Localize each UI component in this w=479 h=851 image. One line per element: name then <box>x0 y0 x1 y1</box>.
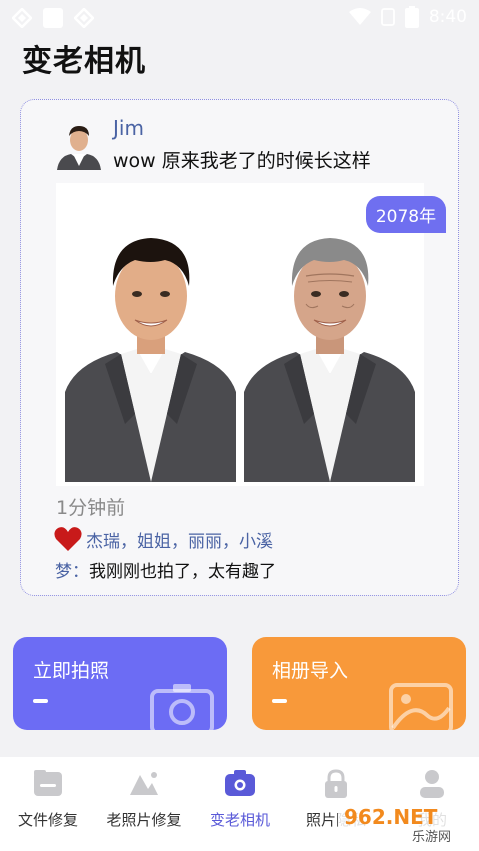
nav-aging-camera[interactable]: 变老相机 <box>192 757 288 840</box>
square-notification-icon <box>43 8 63 28</box>
app-notification-icon <box>12 8 32 28</box>
take-photo-dash <box>33 699 48 703</box>
comment-text: 我刚刚也拍了，太有趣了 <box>89 562 276 582</box>
lock-icon <box>325 769 347 798</box>
post-username[interactable]: Jim <box>113 116 144 140</box>
likes-list[interactable]: 杰瑞，姐姐，丽丽，小溪 <box>86 527 273 552</box>
image-icon <box>389 683 453 730</box>
take-photo-label: 立即拍照 <box>33 660 110 682</box>
wifi-icon <box>348 8 371 25</box>
user-icon <box>420 770 444 798</box>
aged-portrait-image <box>244 224 415 482</box>
sim-icon <box>380 8 395 26</box>
status-left-icons <box>12 7 94 29</box>
young-portrait-image <box>65 224 236 482</box>
nav-label-old-photo-repair: 老照片修复 <box>106 811 182 829</box>
status-time: 8:40 <box>428 7 467 27</box>
folder-icon <box>34 770 62 796</box>
aged-photo <box>244 224 415 482</box>
watermark-subtext: 乐游网 <box>412 830 451 845</box>
heart-icon[interactable] <box>54 526 82 552</box>
young-photo <box>65 224 236 482</box>
nav-file-repair[interactable]: 文件修复 <box>0 757 96 840</box>
status-bar: 8:40 <box>0 0 479 34</box>
watermark-logo: 962.NET 乐游网 <box>338 802 474 845</box>
page-title: 变老相机 <box>22 44 146 79</box>
likes-row: 杰瑞，姐姐，丽丽，小溪 <box>54 526 273 552</box>
import-album-dash <box>272 699 287 703</box>
comment-author[interactable]: 梦： <box>55 562 89 582</box>
post-timestamp: 1分钟前 <box>56 497 126 519</box>
year-badge: 2078年 <box>366 196 446 233</box>
battery-icon <box>404 6 419 28</box>
status-right-icons: 8:40 <box>348 6 467 28</box>
camera-icon <box>225 770 255 796</box>
post-message: wow 原来我老了的时候长这样 <box>113 150 371 172</box>
comment-row: 梦：我刚刚也拍了，太有趣了 <box>55 557 276 582</box>
nav-old-photo-repair[interactable]: 老照片修复 <box>96 757 192 840</box>
take-photo-button[interactable]: 立即拍照 <box>13 637 227 730</box>
import-album-label: 相册导入 <box>272 660 349 682</box>
nav-label-aging-camera: 变老相机 <box>209 811 270 829</box>
post-card: Jim wow 原来我老了的时候长这样 2078年 1分钟前 杰瑞，姐姐，丽丽，… <box>20 99 459 596</box>
photo-icon <box>130 772 158 795</box>
avatar[interactable] <box>55 118 103 170</box>
import-album-button[interactable]: 相册导入 <box>252 637 466 730</box>
camera-icon <box>150 684 214 730</box>
watermark-text: 962.NET <box>344 805 438 829</box>
nav-label-file-repair: 文件修复 <box>17 811 78 829</box>
app-notification-icon-2 <box>74 8 94 28</box>
